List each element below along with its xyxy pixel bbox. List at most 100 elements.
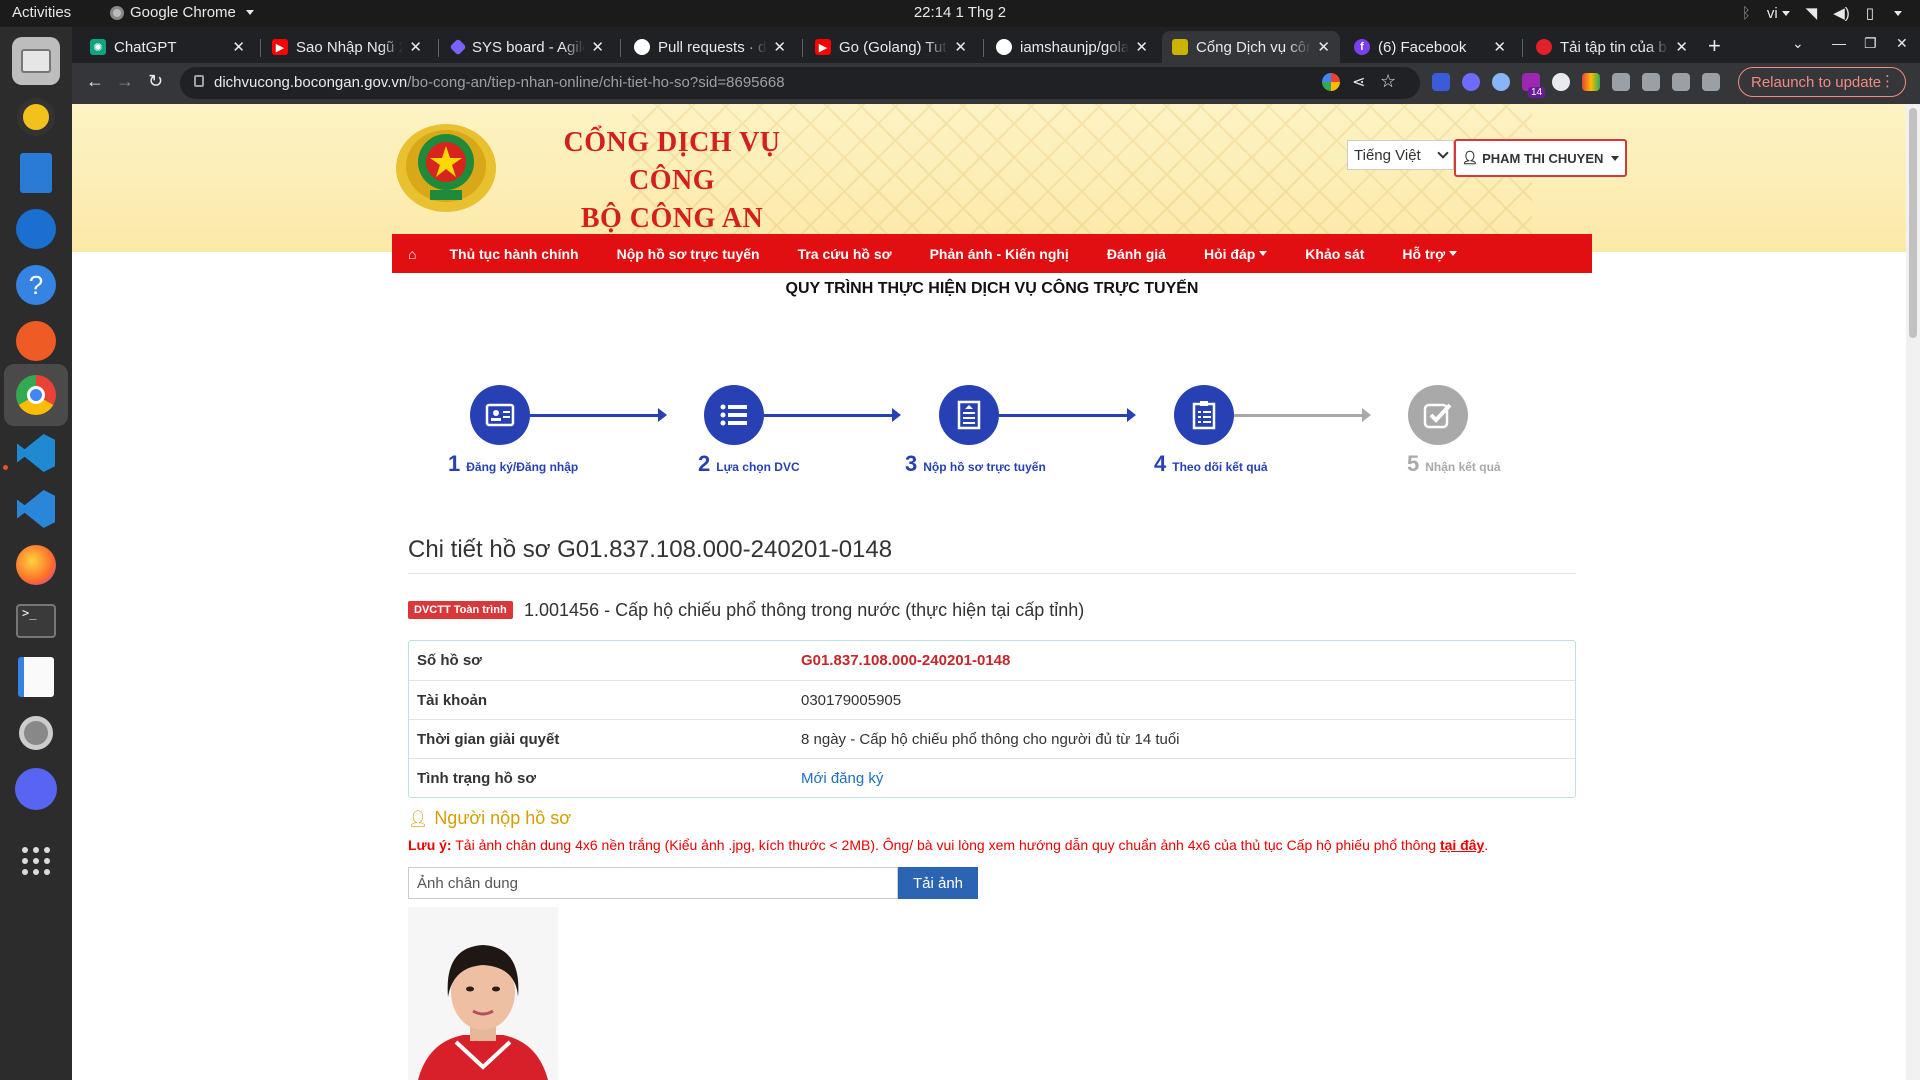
row-key: Tài khoản (409, 680, 793, 719)
tab-dichvucong[interactable]: Cổng Dịch vụ công ✕ (1162, 31, 1340, 63)
upload-photo-button[interactable]: Tải ảnh (898, 867, 978, 899)
reading-list-icon[interactable] (1642, 73, 1660, 91)
nav-hoi-dap-label: Hỏi đáp (1203, 245, 1256, 262)
tab-chatgpt[interactable]: ✺ ChatGPT ✕ (80, 31, 255, 63)
chrome-icon[interactable] (4, 364, 68, 426)
files-icon[interactable] (12, 37, 60, 85)
power-menu-icon[interactable] (1894, 10, 1902, 16)
bookmark-star-icon[interactable]: ☆ (1380, 71, 1396, 92)
nav-nop-ho-so[interactable]: Nộp hồ sơ trực tuyến (598, 234, 779, 273)
tab-search-icon[interactable]: ⌄ (1792, 35, 1804, 52)
main-nav: ⌂ Thủ tục hành chính Nộp hồ sơ trực tuyế… (392, 234, 1592, 273)
battery-icon: ▯ (1865, 5, 1874, 22)
step-text: Lựa chọn DVC (716, 460, 800, 474)
new-tab-button[interactable]: + (1708, 33, 1721, 59)
step-4-circle (1174, 385, 1234, 445)
help-icon[interactable]: ? (12, 261, 60, 309)
system-tray[interactable]: ᛒ vi ◥ ◀) ▯ (1742, 4, 1902, 22)
reload-icon[interactable]: ↻ (148, 71, 163, 92)
site-title[interactable]: CỔNG DỊCH VỤ CÔNG BỘ CÔNG AN (522, 124, 822, 238)
tab-youtube-1[interactable]: ▶ Sao Nhập Ngũ 2024 ✕ (262, 31, 432, 63)
vscode-icon[interactable] (12, 429, 60, 477)
extension-badge: 14 (1528, 87, 1546, 98)
maximize-icon[interactable]: ❐ (1864, 35, 1877, 52)
extension-icon-6[interactable] (1582, 73, 1600, 91)
scrollbar-thumb[interactable] (1909, 108, 1917, 338)
vscode-insiders-icon[interactable] (12, 485, 60, 533)
tab-facebook[interactable]: f (6) Facebook ✕ (1344, 31, 1516, 63)
page-scrollbar[interactable] (1906, 104, 1920, 1080)
step-1-label: 1 Đăng ký/Đăng nhập (448, 451, 578, 477)
activities-button[interactable]: Activities (12, 4, 71, 21)
portrait-file-input[interactable]: Ảnh chân dung (408, 867, 898, 899)
nav-phan-anh[interactable]: Phản ánh - Kiến nghị (911, 234, 1088, 273)
tab-download[interactable]: Tải tập tin của b ✕ (1526, 31, 1698, 63)
nav-hoi-dap[interactable]: Hỏi đáp (1185, 234, 1286, 273)
firefox-icon[interactable] (12, 541, 60, 589)
home-icon[interactable]: ⌂ (392, 234, 430, 273)
user-name: PHAM THI CHUYEN (1482, 150, 1604, 166)
nav-tra-cuu[interactable]: Tra cứu hồ sơ (779, 234, 911, 273)
minimize-icon[interactable]: — (1832, 35, 1846, 51)
tab-jira[interactable]: SYS board - Agile ✕ (442, 31, 614, 63)
tab-youtube-2[interactable]: ▶ Go (Golang) Tuto ✕ (805, 31, 977, 63)
step-3-label: 3 Nộp hồ sơ trực tuyến (905, 451, 1046, 477)
extension-icon-2[interactable] (1462, 73, 1480, 91)
nav-danh-gia[interactable]: Đánh giá (1088, 234, 1185, 273)
nav-ho-tro[interactable]: Hỗ trợ (1383, 234, 1476, 273)
app-menu[interactable]: Google Chrome (110, 4, 254, 21)
close-icon[interactable]: ✕ (1493, 38, 1506, 56)
address-bar[interactable]: dichvucong.bocongan.gov.vn/bo-cong-an/ti… (180, 67, 1420, 99)
close-icon[interactable]: ✕ (1317, 38, 1330, 56)
tab-github-repo[interactable]: iamshaunjp/gola ✕ (986, 31, 1158, 63)
relaunch-button[interactable]: Relaunch to update ⋮ (1738, 67, 1906, 97)
search-icon[interactable] (12, 709, 60, 757)
extension-icon-5[interactable] (1552, 73, 1570, 91)
close-icon[interactable]: ✕ (232, 38, 245, 56)
text-editor-icon[interactable] (12, 653, 60, 701)
arrow-right-icon (892, 408, 901, 422)
user-menu-button[interactable]: 👤︎ PHAM THI CHUYEN (1454, 139, 1627, 177)
close-icon[interactable]: ✕ (954, 38, 967, 56)
google-lens-icon[interactable] (1322, 73, 1340, 91)
close-icon[interactable]: ✕ (1675, 38, 1688, 56)
clipboard-icon (1192, 401, 1216, 430)
share-icon[interactable]: ⋖ (1352, 72, 1365, 92)
portrait-image (408, 907, 558, 1080)
close-icon[interactable]: ✕ (591, 38, 604, 56)
input-language[interactable]: vi (1767, 5, 1790, 22)
back-icon[interactable]: ← (86, 71, 104, 92)
app-grid-icon[interactable] (12, 837, 60, 885)
postman-icon[interactable] (12, 317, 60, 365)
close-icon[interactable]: ✕ (1135, 38, 1148, 56)
close-window-icon[interactable]: ✕ (1896, 35, 1908, 52)
text-document-icon[interactable] (12, 149, 60, 197)
tab-title: Pull requests · de (658, 38, 768, 56)
site-title-line2: BỘ CÔNG AN (580, 203, 764, 234)
discord-icon[interactable] (12, 765, 60, 813)
step-text: Theo dõi kết quả (1172, 460, 1268, 474)
chatgpt-icon: ✺ (90, 39, 106, 55)
close-icon[interactable]: ✕ (409, 38, 422, 56)
clock[interactable]: 22:14 1 Thg 2 (0, 4, 1920, 21)
forward-icon[interactable]: → (116, 71, 134, 92)
more-menu-icon[interactable]: ⋮ (1880, 72, 1895, 90)
step-text: Nhận kết quả (1425, 460, 1501, 474)
extension-icon-3[interactable] (1492, 73, 1510, 91)
bluetooth-icon: ᛒ (1741, 4, 1751, 22)
step-2-circle (704, 385, 764, 445)
close-icon[interactable]: ✕ (773, 38, 786, 56)
side-panel-icon[interactable] (1702, 73, 1720, 91)
extensions-puzzle-icon[interactable] (1612, 73, 1630, 91)
rhythmbox-icon[interactable] (12, 93, 60, 141)
language-select[interactable]: Tiếng Việt (1347, 140, 1454, 170)
guide-link[interactable]: tại đây (1440, 837, 1484, 853)
nav-thu-tuc[interactable]: Thủ tục hành chính (430, 234, 597, 273)
extension-icon-1[interactable] (1432, 73, 1450, 91)
download-icon[interactable] (1672, 73, 1690, 91)
opera-icon (1536, 39, 1552, 55)
terminal-icon[interactable]: >_ (12, 597, 60, 645)
nav-khao-sat[interactable]: Khảo sát (1286, 234, 1383, 273)
thunderbird-icon[interactable] (12, 205, 60, 253)
tab-github-pr[interactable]: Pull requests · de ✕ (624, 31, 796, 63)
